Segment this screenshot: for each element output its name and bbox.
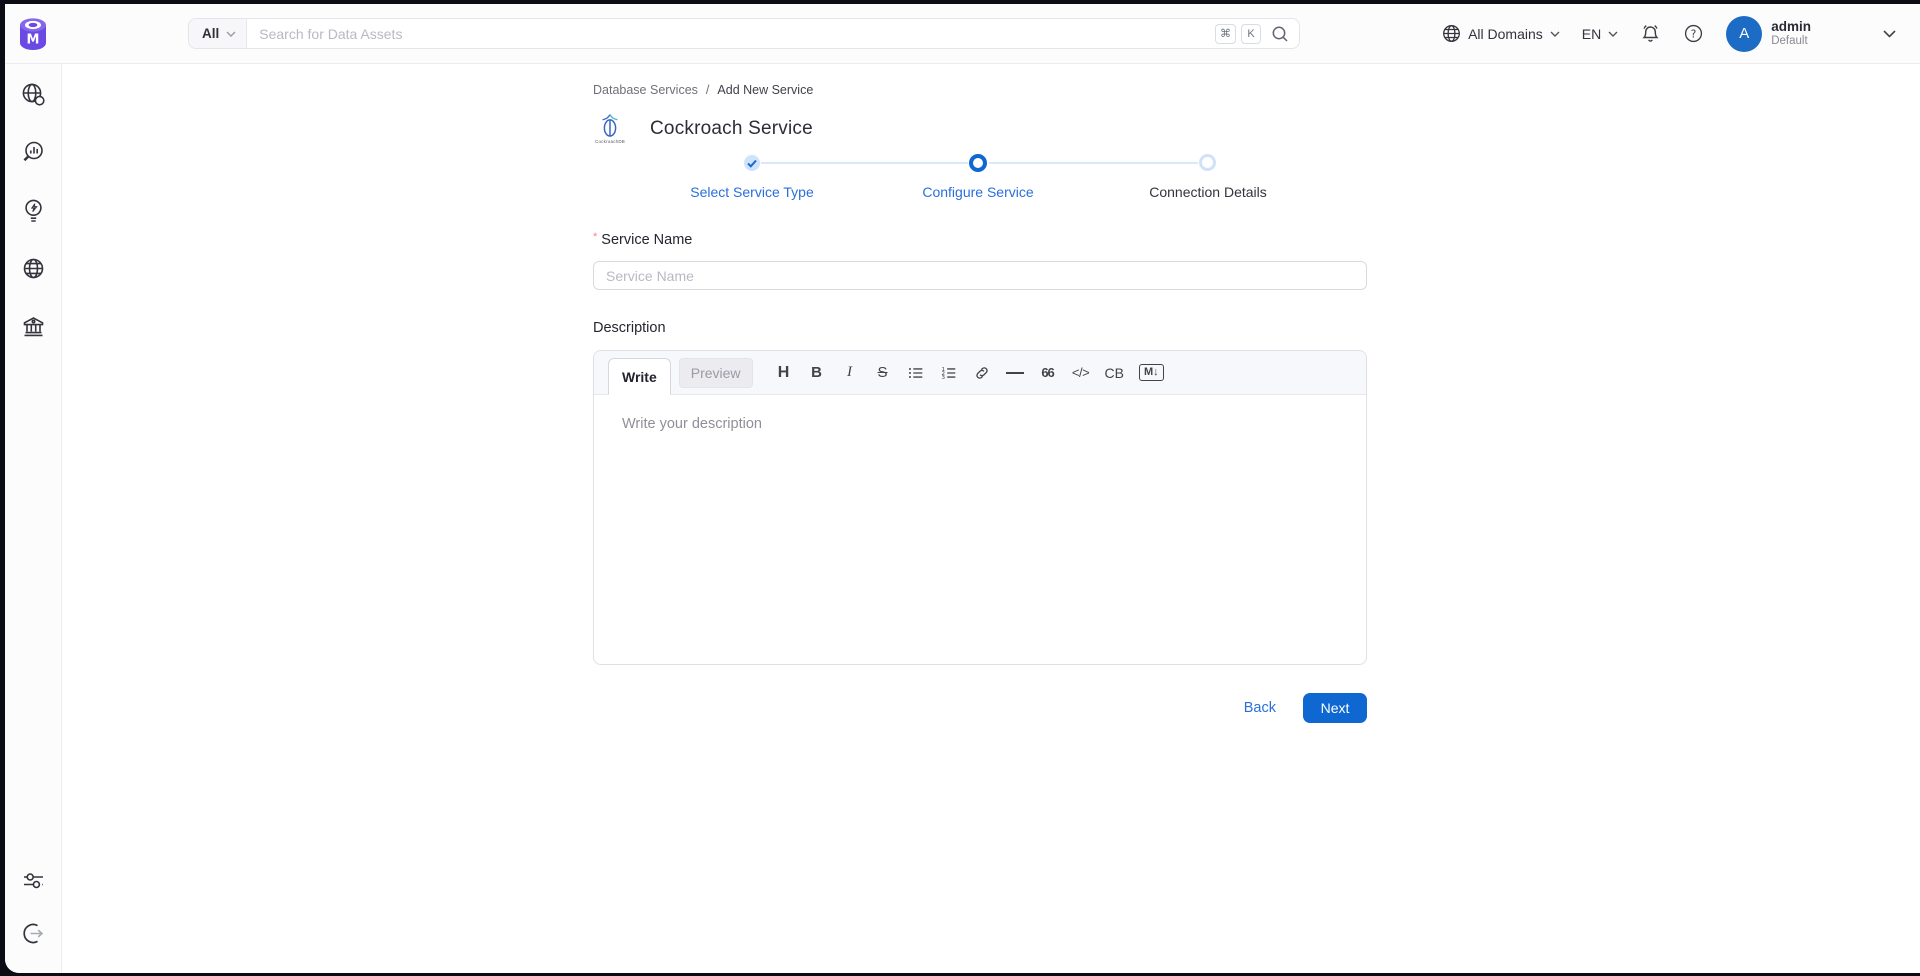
breadcrumb: Database Services / Add New Service (593, 83, 1367, 97)
search-scope-label: All (202, 26, 219, 41)
svg-text:3: 3 (941, 375, 945, 381)
main-panel: Database Services / Add New Service Cock… (62, 65, 1920, 973)
inline-code-icon[interactable]: </> (1072, 360, 1090, 386)
form-actions: Back Next (593, 693, 1367, 723)
search-icon[interactable] (1271, 25, 1289, 43)
service-name-label: *Service Name (593, 231, 1367, 248)
step-completed-circle (744, 155, 760, 171)
ingestion-stepper: Select Service Type Configure Service Co… (593, 155, 1367, 203)
settings-icon[interactable] (20, 867, 47, 894)
page-title: Cockroach Service (650, 118, 813, 140)
step-configure-service[interactable]: Configure Service (922, 184, 1033, 200)
global-search-bar: All ⌘ K (188, 18, 1300, 49)
tab-write[interactable]: Write (608, 358, 671, 395)
insights-icon[interactable] (20, 197, 47, 224)
search-scope-select[interactable]: All (189, 19, 247, 48)
svg-text:?: ? (1691, 28, 1697, 40)
k-key-badge: K (1241, 24, 1261, 44)
app-logo[interactable]: M (5, 4, 61, 63)
avatar: A (1726, 16, 1762, 52)
editor-toolbar: Write Preview H B I S (594, 351, 1366, 395)
chevron-down-icon (1550, 31, 1560, 37)
description-label: Description (593, 320, 1367, 336)
language-dropdown[interactable]: EN (1582, 26, 1618, 42)
search-input[interactable] (247, 26, 1215, 42)
observability-icon[interactable] (20, 139, 47, 166)
notifications-bell-icon[interactable] (1640, 23, 1661, 44)
code-block-icon[interactable]: CB (1105, 360, 1124, 386)
step-connection-details[interactable]: Connection Details (1149, 184, 1267, 200)
editor-tools: H B I S (775, 360, 1164, 386)
page-header: CockroachDB Cockroach Service (593, 109, 1367, 149)
step-active-circle (969, 154, 987, 172)
user-profile-chip[interactable]: A admin Default (1726, 16, 1811, 52)
numbered-list-icon[interactable]: 123 (940, 360, 958, 386)
italic-icon[interactable]: I (841, 360, 859, 386)
svg-text:M: M (27, 32, 40, 47)
heading-icon[interactable]: H (775, 360, 793, 386)
top-bar: M All ⌘ K (5, 4, 1920, 64)
globe-icon (1442, 24, 1461, 43)
chevron-down-icon (226, 31, 236, 37)
next-button[interactable]: Next (1303, 693, 1367, 723)
stepper-connector (989, 162, 1198, 164)
bold-icon[interactable]: B (808, 360, 826, 386)
nav-top-group (20, 81, 47, 340)
quote-icon[interactable]: 66 (1039, 360, 1057, 386)
stepper-connector (761, 162, 968, 164)
markdown-icon[interactable]: M↓ (1139, 360, 1164, 386)
domains-icon[interactable] (20, 255, 47, 282)
user-team: Default (1771, 35, 1811, 49)
description-editor: Write Preview H B I S (593, 350, 1367, 665)
breadcrumb-separator: / (706, 83, 709, 97)
bulleted-list-icon[interactable] (907, 360, 925, 386)
cmd-key-badge: ⌘ (1215, 24, 1236, 44)
horizontal-rule-icon[interactable] (1006, 360, 1024, 386)
help-icon[interactable]: ? (1683, 23, 1704, 44)
required-asterisk: * (593, 231, 597, 243)
govern-icon[interactable] (20, 313, 47, 340)
breadcrumb-add-new-service: Add New Service (717, 83, 813, 97)
link-icon[interactable] (973, 360, 991, 386)
description-placeholder: Write your description (622, 416, 762, 432)
service-name-input[interactable] (593, 261, 1367, 290)
user-name: admin (1771, 19, 1811, 35)
domains-dropdown[interactable]: All Domains (1442, 24, 1560, 43)
service-logo-caption: CockroachDB (593, 140, 627, 145)
cockroachdb-logo-icon: CockroachDB (593, 113, 627, 145)
explore-search-icon[interactable] (20, 81, 47, 108)
chevron-down-icon (1608, 31, 1618, 37)
topbar-expand-chevron-icon[interactable] (1883, 30, 1896, 38)
app-window: M All ⌘ K (5, 4, 1920, 973)
domains-label: All Domains (1468, 26, 1543, 42)
left-nav-sidebar (5, 64, 62, 973)
topbar-right-cluster: All Domains EN (1442, 4, 1896, 63)
step-pending-circle (1199, 154, 1216, 171)
nav-bottom-group (20, 867, 47, 973)
tab-preview[interactable]: Preview (679, 358, 753, 388)
back-button[interactable]: Back (1244, 700, 1276, 716)
description-textarea[interactable]: Write your description (594, 395, 1366, 665)
openmetadata-logo-icon: M (17, 16, 49, 52)
logout-icon[interactable] (20, 920, 47, 947)
breadcrumb-database-services[interactable]: Database Services (593, 83, 698, 97)
strikethrough-icon[interactable]: S (874, 360, 892, 386)
language-label: EN (1582, 26, 1601, 42)
step-select-service-type[interactable]: Select Service Type (690, 184, 813, 200)
